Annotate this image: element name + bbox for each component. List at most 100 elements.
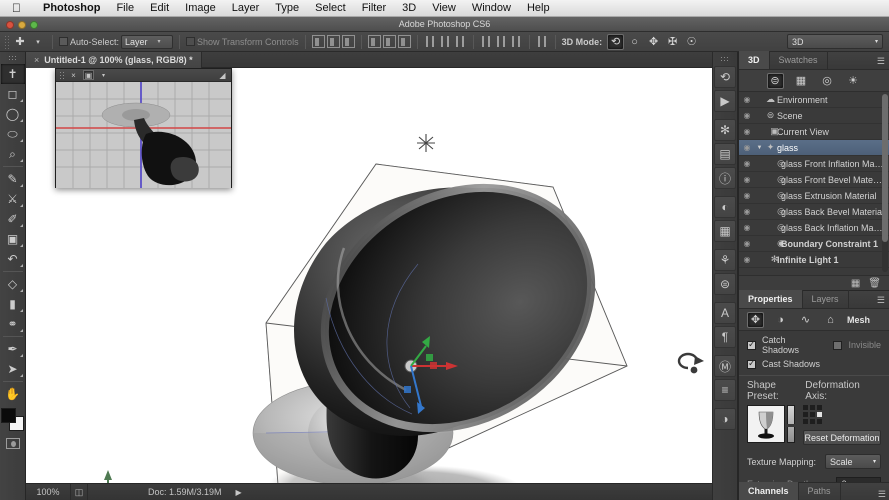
healing-brush-tool[interactable]: ⚔ [1, 189, 25, 209]
crop-tool[interactable]: ⌕ [1, 144, 25, 164]
show-transform-checkbox[interactable] [186, 37, 195, 46]
brush-panel-icon[interactable]: ⚘ [714, 249, 736, 271]
canvas[interactable]: × ▣ ▾ ◢ [26, 68, 712, 483]
tree-row-material[interactable]: ◉ ◎ glass Front Inflation Mate... [739, 156, 889, 172]
distribute-vertical-centers-icon[interactable] [439, 35, 452, 48]
menu-3d[interactable]: 3D [394, 2, 424, 14]
character-styles-icon[interactable]: Ⓜ [714, 355, 736, 377]
menu-edit[interactable]: Edit [142, 2, 177, 14]
menu-help[interactable]: Help [519, 2, 558, 14]
light-filter-icon[interactable]: ☀ [845, 73, 862, 89]
paragraph-panel-icon[interactable]: ¶ [714, 326, 736, 348]
roll-3d-icon[interactable]: ○ [626, 34, 643, 50]
foreground-color-swatch[interactable] [1, 408, 16, 423]
tab-properties[interactable]: Properties [739, 290, 803, 308]
status-expand-icon[interactable]: ▶ [236, 488, 242, 497]
panel-3d-tree[interactable]: ◉ ☁ Environment ◉ ⊜ Scene ◉ ▣ Current Vi… [739, 92, 889, 275]
deform-properties-icon[interactable]: ∿ [797, 312, 814, 328]
blur-tool[interactable]: ⚭ [1, 314, 25, 334]
brush-presets-icon[interactable]: ▦ [714, 220, 736, 242]
options-bar-grip[interactable] [4, 35, 10, 49]
hand-tool[interactable]: ✋ [1, 384, 25, 404]
axis-cell[interactable] [803, 412, 808, 417]
actions-panel-icon[interactable]: ▶ [714, 90, 736, 112]
move-tool[interactable]: ✝ [1, 64, 25, 84]
scene-filter-icon[interactable]: ⊜ [767, 73, 784, 89]
cast-shadows-checkbox[interactable] [747, 360, 756, 369]
move-tool-icon[interactable]: ✚ [12, 34, 28, 50]
orbit-3d-icon[interactable]: ⟲ [607, 34, 624, 50]
align-left-edges-icon[interactable] [312, 35, 325, 48]
visibility-toggle-icon[interactable]: ◉ [739, 207, 755, 216]
quick-mask-toggle-icon[interactable] [6, 438, 20, 449]
history-brush-tool[interactable]: ↶ [1, 249, 25, 269]
distribute-horizontal-centers-icon[interactable] [495, 35, 508, 48]
brush-tool[interactable]: ✐ [1, 209, 25, 229]
twirl-icon[interactable]: ▼ [755, 145, 764, 151]
invisible-checkbox[interactable] [833, 341, 842, 350]
navigator-panel[interactable]: × ▣ ▾ ◢ [55, 68, 232, 188]
distribute-top-edges-icon[interactable] [424, 35, 437, 48]
adjustments-panel-icon[interactable]: ✻ [714, 119, 736, 141]
visibility-toggle-icon[interactable]: ◉ [739, 175, 755, 184]
rail-grip[interactable] [720, 56, 730, 62]
lasso-tool[interactable]: ◯ [1, 104, 25, 124]
tab-channels[interactable]: Channels [739, 482, 799, 500]
tools-grip[interactable] [8, 55, 18, 61]
visibility-toggle-icon[interactable]: ◉ [739, 127, 755, 136]
menu-type[interactable]: Type [267, 2, 307, 14]
history-panel-icon[interactable]: ⟲ [714, 66, 736, 88]
visibility-toggle-icon[interactable]: ◉ [739, 191, 755, 200]
marquee-tool[interactable]: ◻ [1, 84, 25, 104]
tree-row-material[interactable]: ◉ ◎ glass Extrusion Material [739, 188, 889, 204]
align-vertical-centers-icon[interactable] [383, 35, 396, 48]
tree-row-glass[interactable]: ◉ ▼ ✦ glass [739, 140, 889, 156]
slide-3d-icon[interactable]: ✠ [664, 34, 681, 50]
axis-cell[interactable] [810, 405, 815, 410]
document-tab[interactable]: × Untitled-1 @ 100% (glass, RGB/8) * [26, 52, 202, 68]
quick-select-tool[interactable]: ⬭ [1, 124, 25, 144]
catch-shadows-row[interactable]: Catch Shadows Invisible [739, 331, 889, 359]
navigator-grip[interactable] [59, 71, 64, 80]
delete-icon[interactable]: 🗑 [868, 278, 881, 289]
distribute-left-edges-icon[interactable] [480, 35, 493, 48]
pan-3d-icon[interactable]: ✥ [645, 34, 662, 50]
axis-cell[interactable] [810, 412, 815, 417]
auto-select-checkbox[interactable] [59, 37, 68, 46]
zoom-level[interactable]: 100% [26, 487, 70, 497]
distribute-bottom-edges-icon[interactable] [454, 35, 467, 48]
paragraph-styles-icon[interactable]: ≡ [714, 379, 736, 401]
color-panel-icon[interactable]: ◐ [714, 196, 736, 218]
close-icon[interactable]: × [68, 70, 79, 80]
close-icon[interactable]: × [34, 55, 39, 65]
align-top-edges-icon[interactable] [368, 35, 381, 48]
panel-menu-icon[interactable]: ☰ [878, 489, 886, 500]
tree-row-constraint[interactable]: ◉ ◉ Boundary Constraint 1 [739, 236, 889, 252]
close-window-button[interactable] [6, 21, 14, 29]
tree-row-environment[interactable]: ◉ ☁ Environment [739, 92, 889, 108]
minimize-window-button[interactable] [18, 21, 26, 29]
visibility-toggle-icon[interactable]: ◉ [739, 223, 755, 232]
infinite-light-widget[interactable] [417, 134, 435, 152]
axis-cell[interactable] [817, 419, 822, 424]
navigator-preview[interactable] [56, 82, 231, 188]
tab-swatches[interactable]: Swatches [770, 51, 828, 69]
auto-select-dropdown[interactable]: Layer ▾ [121, 35, 173, 49]
menu-file[interactable]: File [108, 2, 142, 14]
visibility-toggle-icon[interactable]: ◉ [739, 255, 755, 264]
mask-panel-icon[interactable]: ◑ [714, 408, 736, 430]
chevron-down-icon[interactable]: ▾ [98, 70, 109, 80]
tab-paths[interactable]: Paths [799, 482, 841, 500]
shape-preset-control[interactable] [747, 405, 795, 443]
menu-filter[interactable]: Filter [354, 2, 394, 14]
scale-3d-icon[interactable]: ☉ [683, 34, 700, 50]
visibility-toggle-icon[interactable]: ◉ [739, 143, 755, 152]
menu-layer[interactable]: Layer [224, 2, 268, 14]
new-3d-object-icon[interactable]: ▦ [851, 278, 860, 289]
maximize-window-button[interactable] [30, 21, 38, 29]
mesh-filter-icon[interactable]: ▦ [793, 73, 810, 89]
tree-row-material[interactable]: ◉ ◎ glass Back Bevel Material [739, 204, 889, 220]
deformation-axis-grid[interactable] [803, 405, 881, 424]
menu-select[interactable]: Select [307, 2, 354, 14]
apple-icon[interactable]:  [12, 2, 21, 14]
